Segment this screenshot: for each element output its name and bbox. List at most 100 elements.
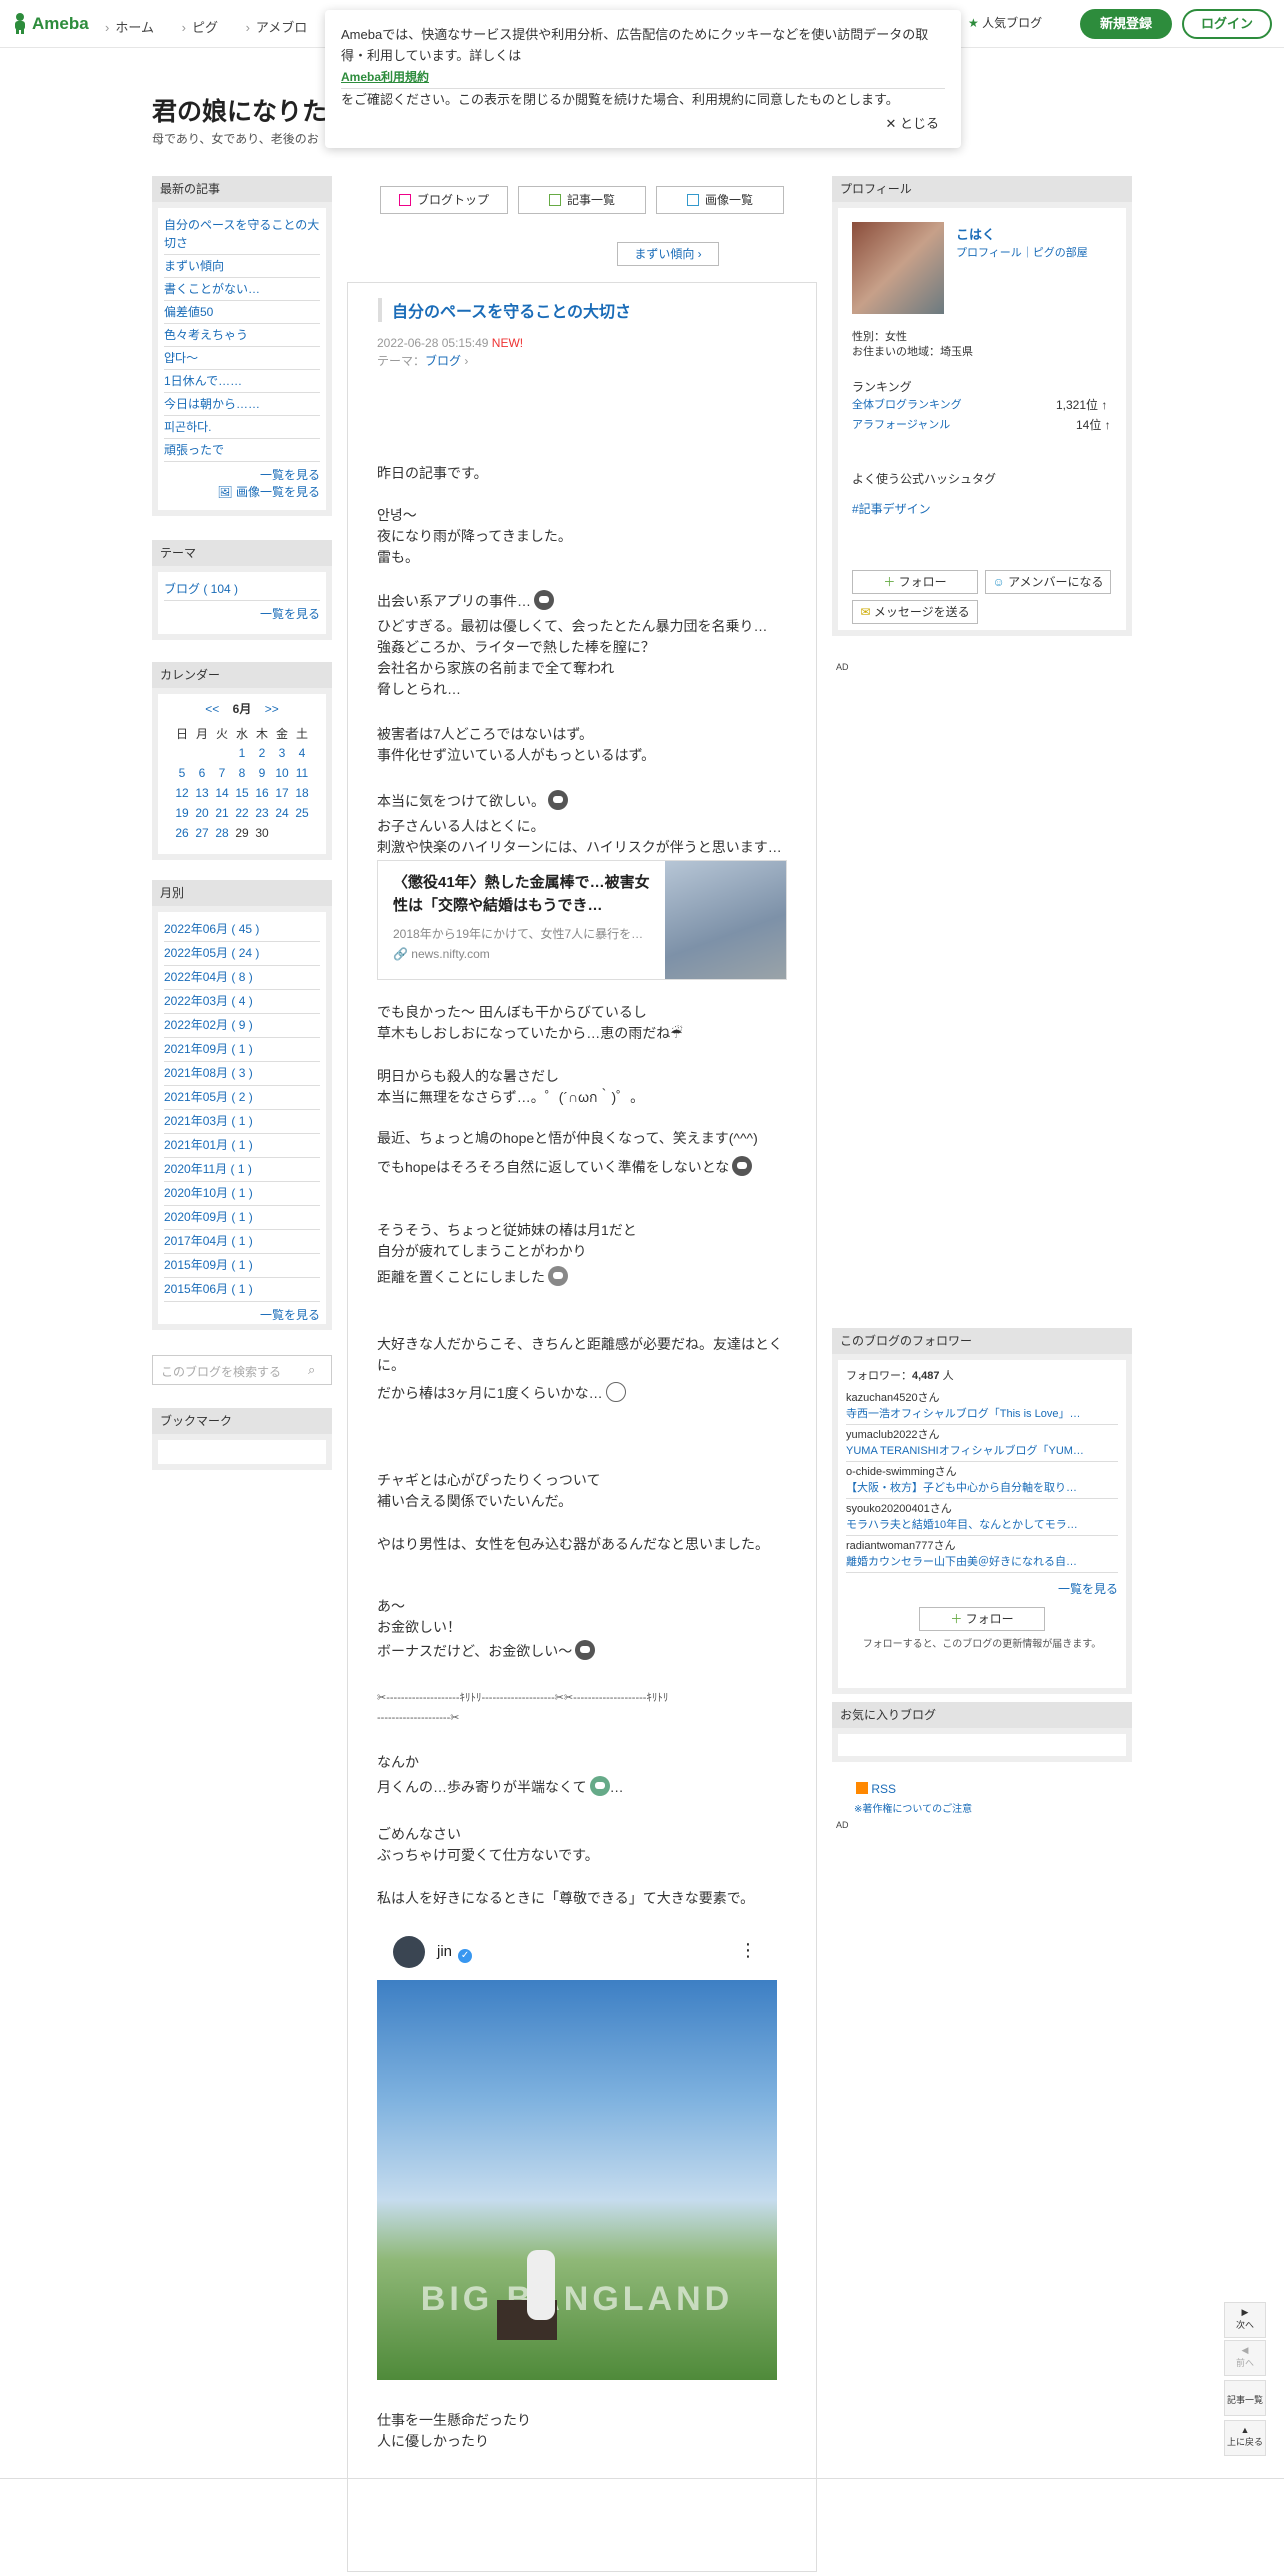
recent-article-link[interactable]: 頑張ったで — [164, 439, 320, 462]
recent-article-link[interactable]: 얍다〜 — [164, 347, 320, 370]
article-meta: 2022-06-28 05:15:49 NEW! テーマ：ブログ › — [377, 336, 524, 368]
followers-box: このブログのフォロワー フォロワー：4,487 人 kazuchan4520さん… — [832, 1328, 1132, 1694]
more-options-icon[interactable]: ⋮ — [739, 1940, 757, 1961]
popular-blog-link[interactable]: ★ 人気ブログ — [968, 14, 1042, 31]
frog-emoji-icon — [589, 1776, 610, 1796]
recent-article-link[interactable]: 色々考えちゃう — [164, 324, 320, 347]
follower-item[interactable]: syouko20200401さん モラハラ夫と結婚10年目、なんとかしてモラ… — [846, 1499, 1118, 1536]
month-link[interactable]: 2021年03月 ( 1 ) — [164, 1110, 320, 1134]
instagram-embed[interactable]: jin ✓ ⋮ BIG BANGLAND — [377, 1928, 777, 2380]
rss-icon — [856, 1782, 868, 1794]
link-card-thumbnail — [665, 861, 786, 979]
ranking-heading: ランキング — [852, 380, 912, 394]
month-link[interactable]: 2021年01月 ( 1 ) — [164, 1134, 320, 1158]
cookie-close-button[interactable]: ✕ とじる — [885, 113, 939, 134]
recent-article-link[interactable]: 피곤하다. — [164, 416, 320, 439]
profile-avatar[interactable] — [852, 222, 944, 314]
month-link[interactable]: 2022年02月 ( 9 ) — [164, 1014, 320, 1038]
terms-link[interactable]: Ameba利用規約 — [341, 66, 945, 89]
article-theme-link[interactable]: ブログ — [425, 354, 461, 368]
nav-home[interactable]: ホーム — [105, 20, 154, 35]
month-link[interactable]: 2015年09月 ( 1 ) — [164, 1254, 320, 1278]
month-link[interactable]: 2021年05月 ( 2 ) — [164, 1086, 320, 1110]
followers-more-link[interactable]: 一覧を見る — [846, 1581, 1118, 1597]
follower-item[interactable]: kazuchan4520さん 寺西一浩オフィシャルブログ「This is Love… — [846, 1388, 1118, 1425]
recent-more-link[interactable]: 一覧を見る — [164, 466, 320, 483]
news-link-card[interactable]: 〈懲役41年〉熱した金属棒で…被害女性は「交際や結婚はもうでき… 2018年から… — [377, 860, 787, 980]
recent-article-link[interactable]: 偏差値50 — [164, 301, 320, 324]
tab-blog-top[interactable]: ブログトップ — [380, 186, 508, 214]
recent-article-link[interactable]: 1日休んで…… — [164, 370, 320, 393]
member-icon: ☺ — [992, 575, 1005, 589]
search-icon[interactable]: ⌕ — [308, 1362, 315, 1378]
theme-link[interactable]: ブログ ( 104 ) — [164, 578, 320, 601]
overall-ranking-link[interactable]: 全体ブログランキング — [852, 396, 962, 412]
article-title[interactable]: 自分のペースを守ることの大切さ — [378, 298, 798, 322]
side-list-button[interactable]: 記事一覧 — [1224, 2380, 1266, 2416]
hashtag-link[interactable]: #記事デザイン — [852, 500, 931, 517]
calendar-box: カレンダー << 6月 >> 日月火水木金土 1234 5 6 7 8 9 10 11 12… — [152, 662, 332, 860]
month-more-link[interactable]: 一覧を見る — [164, 1306, 320, 1323]
face-emoji-icon — [732, 1156, 753, 1176]
rabbit-emoji-icon — [605, 1382, 626, 1402]
article-date: 2022-06-28 05:15:49 — [377, 336, 489, 350]
next-article-button[interactable]: まずい傾向 › — [617, 242, 719, 266]
tab-image-list[interactable]: 画像一覧 — [656, 186, 784, 214]
recent-article-link[interactable]: 自分のペースを守ることの大切さ — [164, 214, 320, 255]
profile-name[interactable]: こはく — [956, 224, 995, 243]
blog-search-input[interactable]: このブログを検索する — [152, 1355, 332, 1385]
calendar-table: 日月火水木金土 1234 5 6 7 8 9 10 11 12 13 14 15 16 17 18 19… — [175, 726, 309, 841]
face-emoji-icon — [534, 590, 554, 610]
image-list-link[interactable]: 🖼 画像一覧を見る — [164, 483, 320, 500]
month-link[interactable]: 2022年04月 ( 8 ) — [164, 966, 320, 990]
recent-article-link[interactable]: まずい傾向 — [164, 255, 320, 278]
amember-button[interactable]: ☺ アメンバーになる — [985, 570, 1111, 594]
follow-button[interactable]: ＋ フォロー — [852, 570, 978, 594]
side-prev-button[interactable]: ◀ 前へ — [1224, 2340, 1266, 2376]
login-button[interactable]: ログイン — [1182, 9, 1272, 39]
tab-article-list[interactable]: 記事一覧 — [518, 186, 646, 214]
side-top-button[interactable]: ▲ 上に戻る — [1224, 2420, 1266, 2456]
month-link[interactable]: 2021年09月 ( 1 ) — [164, 1038, 320, 1062]
month-link[interactable]: 2022年03月 ( 4 ) — [164, 990, 320, 1014]
nav-ameblo[interactable]: アメブロ — [246, 20, 308, 35]
month-link[interactable]: 2020年09月 ( 1 ) — [164, 1206, 320, 1230]
paragraph: やはり男性は、女性を包み込む器があるんだなと思いました。 — [377, 1536, 769, 1552]
message-button[interactable]: ✉ メッセージを送る — [852, 600, 978, 624]
month-link[interactable]: 2020年10月 ( 1 ) — [164, 1182, 320, 1206]
month-link[interactable]: 2015年06月 ( 1 ) — [164, 1278, 320, 1302]
blog-description: 母であり、女であり、老後のお — [152, 132, 319, 146]
follower-item[interactable]: yumaclub2022さん YUMA TERANISHIオフィシャルブログ「YU… — [846, 1425, 1118, 1462]
paragraph: 私は人を好きになるときに「尊敬できる」て大きな要素で。 — [377, 1890, 755, 1906]
recent-article-link[interactable]: 書くことがない… — [164, 278, 320, 301]
month-link[interactable]: 2020年11月 ( 1 ) — [164, 1158, 320, 1182]
calendar-next[interactable]: >> — [265, 702, 279, 716]
face-emoji-icon — [575, 1640, 596, 1660]
follower-item[interactable]: o-chide-swimmingさん 【大阪・枚方】子ども中心から自分軸を取り… — [846, 1462, 1118, 1499]
camera-icon — [686, 194, 699, 206]
month-link[interactable]: 2022年06月 ( 45 ) — [164, 918, 320, 942]
follower-item[interactable]: radiantwoman777さん 離婚カウンセラー山下由美＠好きになれる自… — [846, 1536, 1118, 1573]
ameba-logo[interactable]: Ameba — [12, 12, 89, 34]
paragraph: そうそう、ちょっと従姉妹の椿は月1だと 自分が疲れてしまうことがわかり — [377, 1222, 637, 1259]
follow-button-2[interactable]: ＋ フォロー — [919, 1607, 1045, 1631]
nav-pigg[interactable]: ピグ — [182, 20, 218, 35]
blog-title[interactable]: 君の娘になりた — [152, 92, 327, 128]
recent-articles-heading: 最新の記事 — [152, 176, 332, 202]
back-icon: ◀ — [1241, 2345, 1249, 2355]
copyright-link[interactable]: ※著作権についてのご注意 — [854, 1800, 972, 1815]
image-icon: 🖼 — [217, 485, 233, 499]
month-link[interactable]: 2022年05月 ( 24 ) — [164, 942, 320, 966]
profile-links[interactable]: プロフィール｜ピグの部屋 — [956, 244, 1088, 260]
theme-more-link[interactable]: 一覧を見る — [164, 605, 320, 622]
ad-label: AD — [836, 662, 849, 672]
calendar-prev[interactable]: << — [205, 702, 219, 716]
month-link[interactable]: 2017年04月 ( 1 ) — [164, 1230, 320, 1254]
rss-link[interactable]: RSS — [856, 1782, 896, 1796]
recent-article-link[interactable]: 今日は朝から…… — [164, 393, 320, 416]
month-link[interactable]: 2021年08月 ( 3 ) — [164, 1062, 320, 1086]
genre-ranking-link[interactable]: アラフォージャンル — [852, 416, 950, 432]
register-button[interactable]: 新規登録 — [1080, 9, 1172, 39]
separator-line: ✂--------------------ｷﾘﾄﾘ---------------… — [377, 1692, 669, 1704]
side-next-button[interactable]: ▶ 次へ — [1224, 2302, 1266, 2338]
